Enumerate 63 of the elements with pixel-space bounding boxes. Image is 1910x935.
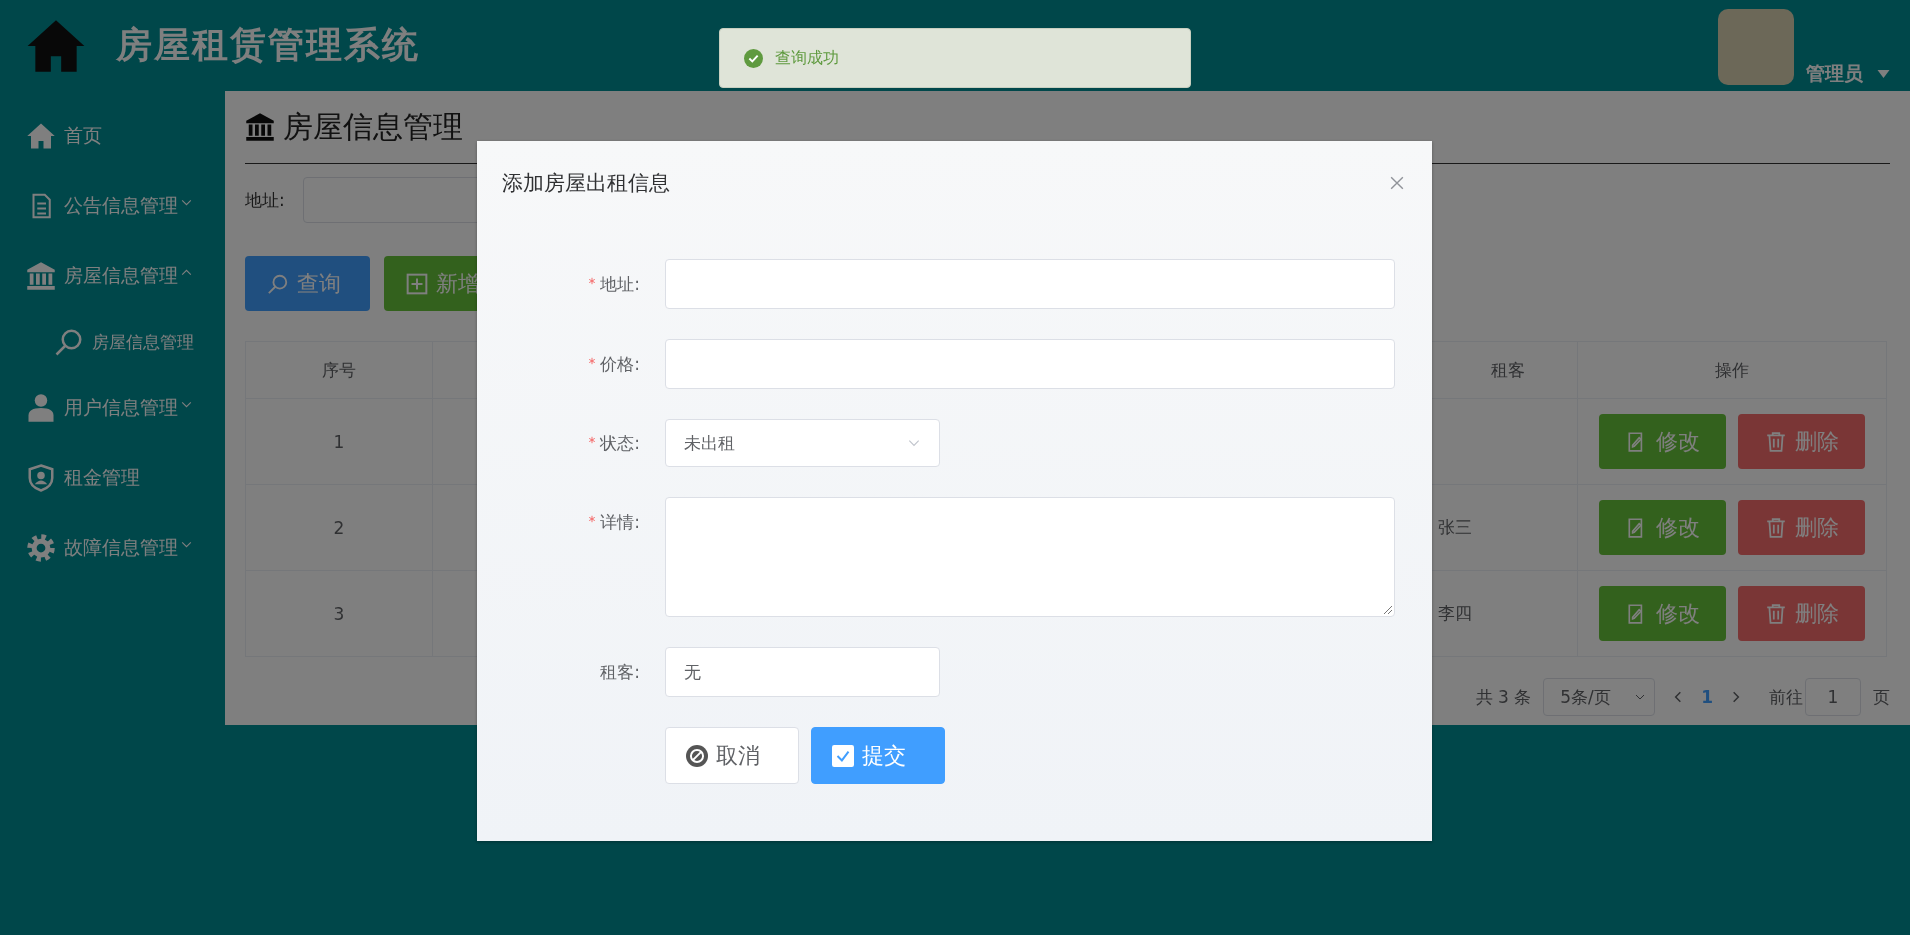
magnifier-icon xyxy=(54,327,84,357)
column-header: 序号 xyxy=(246,342,433,398)
sidebar-item[interactable]: 首页 xyxy=(0,101,225,171)
house-icon xyxy=(26,121,56,151)
search-button[interactable]: 查询 xyxy=(245,256,370,311)
text-field[interactable] xyxy=(665,339,1395,389)
table-cell: 张三 xyxy=(1438,516,1472,539)
gear-icon xyxy=(26,533,56,563)
page-size-select[interactable]: 5条/页 xyxy=(1543,678,1656,716)
resize-handle[interactable] xyxy=(1384,606,1392,614)
select-field[interactable]: 未出租 xyxy=(665,419,940,467)
edit-button[interactable]: 修改 xyxy=(1599,500,1726,555)
table-cell: 2 xyxy=(246,485,433,570)
trash-icon xyxy=(1764,516,1787,539)
field-label: 地址: xyxy=(600,272,640,296)
sidebar-item[interactable]: 公告信息管理 xyxy=(0,171,225,241)
plus-icon xyxy=(406,272,428,295)
field-label: 价格: xyxy=(600,352,640,376)
page-suffix: 页 xyxy=(1873,685,1890,709)
bank-icon xyxy=(26,261,56,291)
field-label: 地址: xyxy=(245,188,285,212)
submit-button[interactable]: 提交 xyxy=(811,727,945,784)
sidebar-item[interactable]: 房屋信息管理 xyxy=(0,311,225,373)
edit-button[interactable]: 修改 xyxy=(1599,586,1726,641)
sidebar-item[interactable]: 故障信息管理 xyxy=(0,513,225,583)
search-icon xyxy=(267,272,289,295)
table-cell: 3 xyxy=(246,571,433,656)
check-icon xyxy=(832,744,854,767)
dialog-title: 添加房屋出租信息 xyxy=(502,170,670,197)
page-input[interactable]: 1 xyxy=(1805,678,1861,716)
shield-icon xyxy=(26,463,56,493)
table-cell: 1 xyxy=(246,399,433,484)
goto-label: 前往 xyxy=(1769,685,1803,709)
bank-icon xyxy=(245,112,275,142)
user-icon xyxy=(26,393,56,423)
close-icon[interactable] xyxy=(1390,176,1404,190)
trash-icon xyxy=(1764,430,1787,453)
page-number[interactable]: 1 xyxy=(1701,687,1713,707)
user-menu[interactable]: 管理员 xyxy=(1806,61,1890,87)
check-icon xyxy=(744,48,763,68)
sidebar-item[interactable]: 房屋信息管理 xyxy=(0,241,225,311)
cancel-button[interactable]: 取消 xyxy=(665,727,799,784)
app-title: 房屋租赁管理系统 xyxy=(116,23,420,67)
field-label: 租客: xyxy=(600,660,640,684)
trash-icon xyxy=(1764,602,1787,625)
edit-button[interactable]: 修改 xyxy=(1599,414,1726,469)
toast-message: 查询成功 xyxy=(719,28,1191,88)
total-count: 共 3 条 xyxy=(1475,685,1532,709)
page-title: 房屋信息管理 xyxy=(283,107,463,146)
caret-icon xyxy=(1877,70,1890,78)
sidebar-item[interactable]: 用户信息管理 xyxy=(0,373,225,443)
text-field[interactable] xyxy=(665,259,1395,309)
delete-button[interactable]: 删除 xyxy=(1738,500,1865,555)
text-field[interactable]: 无 xyxy=(665,647,940,697)
field-label: 状态: xyxy=(600,431,640,455)
avatar[interactable] xyxy=(1718,9,1794,85)
table-cell: 李四 xyxy=(1438,602,1472,625)
field-label: 详情: xyxy=(600,510,640,534)
column-header: 操作 xyxy=(1714,358,1750,382)
sidebar-item[interactable]: 租金管理 xyxy=(0,443,225,513)
delete-button[interactable]: 删除 xyxy=(1738,586,1865,641)
delete-button[interactable]: 删除 xyxy=(1738,414,1865,469)
cancel-icon xyxy=(686,744,708,767)
